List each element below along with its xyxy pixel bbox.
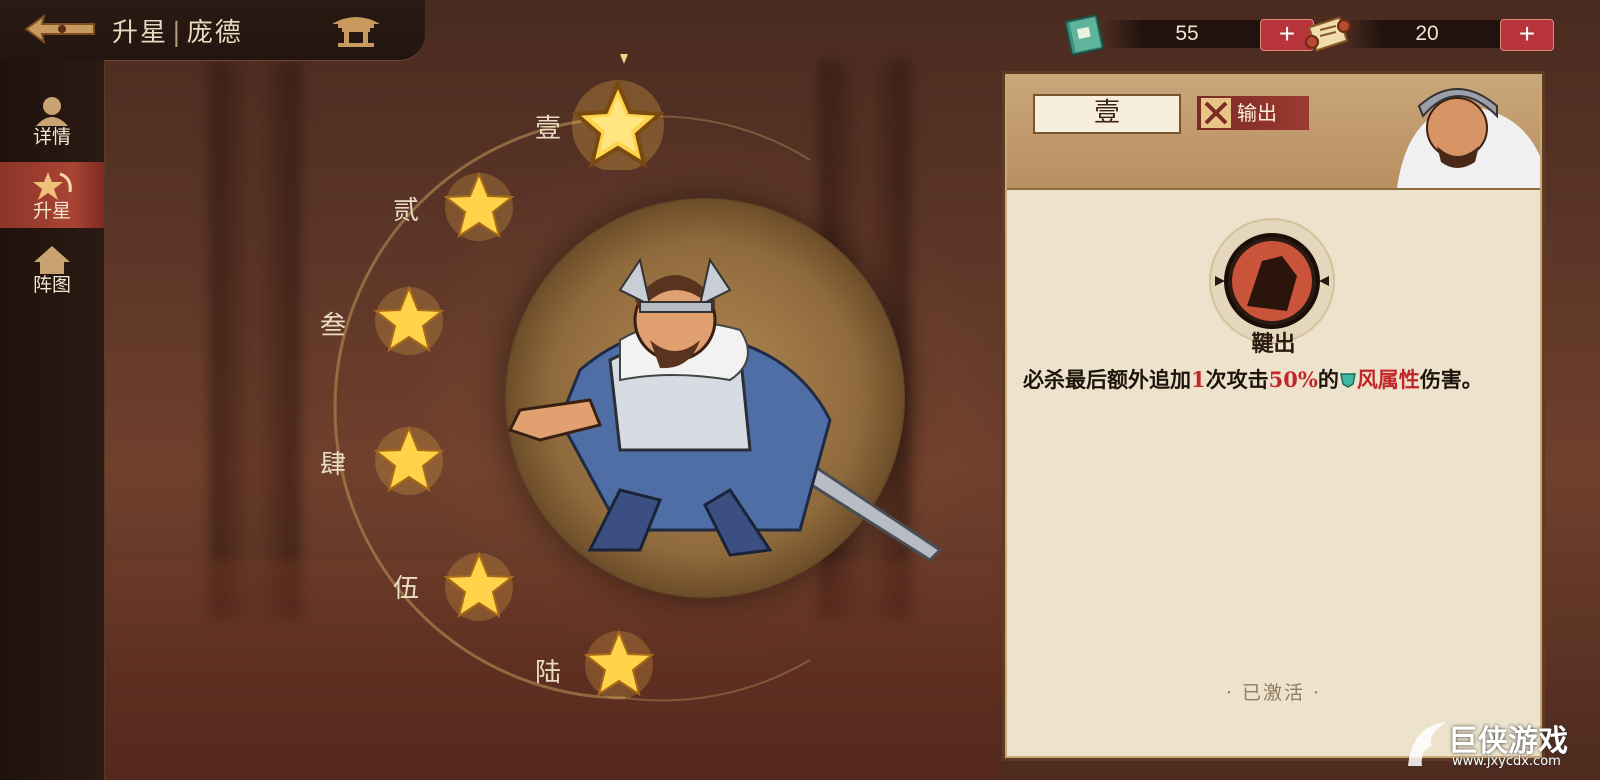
desc-text: 必杀最后额外追加 [1023,367,1191,392]
star-detail-panel: 壹 输出 鞬出 必杀最后额外追加1次攻击50%的 风属性伤害。 · 已激活 · [1005,74,1542,758]
desc-highlight: 1 [1191,367,1206,392]
star-label: 叁 [320,311,347,341]
currency-book: 55 + [1062,14,1322,56]
desc-text: 次攻击 [1205,367,1269,392]
star-rank: 壹 [1033,94,1181,134]
star-label: 肆 [320,450,347,480]
skill-description: 必杀最后额外追加1次攻击50%的 风属性伤害。 [1023,364,1526,396]
role-label: 输出 [1237,101,1277,125]
star-label: 伍 [393,574,420,604]
currency-value: 55 [1175,22,1199,45]
desc-highlight: 50% [1268,367,1318,392]
scroll-icon [1305,16,1351,52]
star-label: 壹 [535,114,562,144]
star-2-icon[interactable] [442,170,516,242]
activation-status: · 已激活 · [1225,682,1322,704]
currency-scroll: 20 + [1302,14,1562,52]
hero-avatar [1397,88,1540,188]
watermark-url: www.jxycdx.com [1452,754,1561,769]
panel-header: 壹 输出 [1007,76,1540,190]
star-3-icon[interactable] [372,284,446,356]
star-5-icon[interactable] [442,550,516,622]
book-icon [1064,14,1105,56]
selection-arrow-icon [620,54,628,64]
star-4-icon[interactable] [372,424,446,496]
desc-text: 的 [1317,367,1339,392]
skill-name: 鞬出 [1251,331,1296,357]
star-label: 贰 [393,196,420,226]
star-6-icon[interactable] [582,628,656,700]
hero-portrait [507,257,943,562]
watermark: 巨侠游戏 www.jxycdx.com [1402,712,1598,778]
role-tag: 输出 [1197,96,1309,130]
crossed-swords-icon [1201,98,1231,128]
currency-value: 20 [1415,22,1439,45]
star-label: 陆 [535,658,562,688]
wind-attribute-icon [1339,373,1356,388]
watermark-logo-icon [1408,722,1446,766]
add-scroll-button[interactable]: + [1500,19,1554,51]
desc-text: 伤害。 [1419,367,1483,392]
desc-highlight: 风属性 [1356,367,1420,392]
star-1-icon[interactable] [570,78,666,170]
